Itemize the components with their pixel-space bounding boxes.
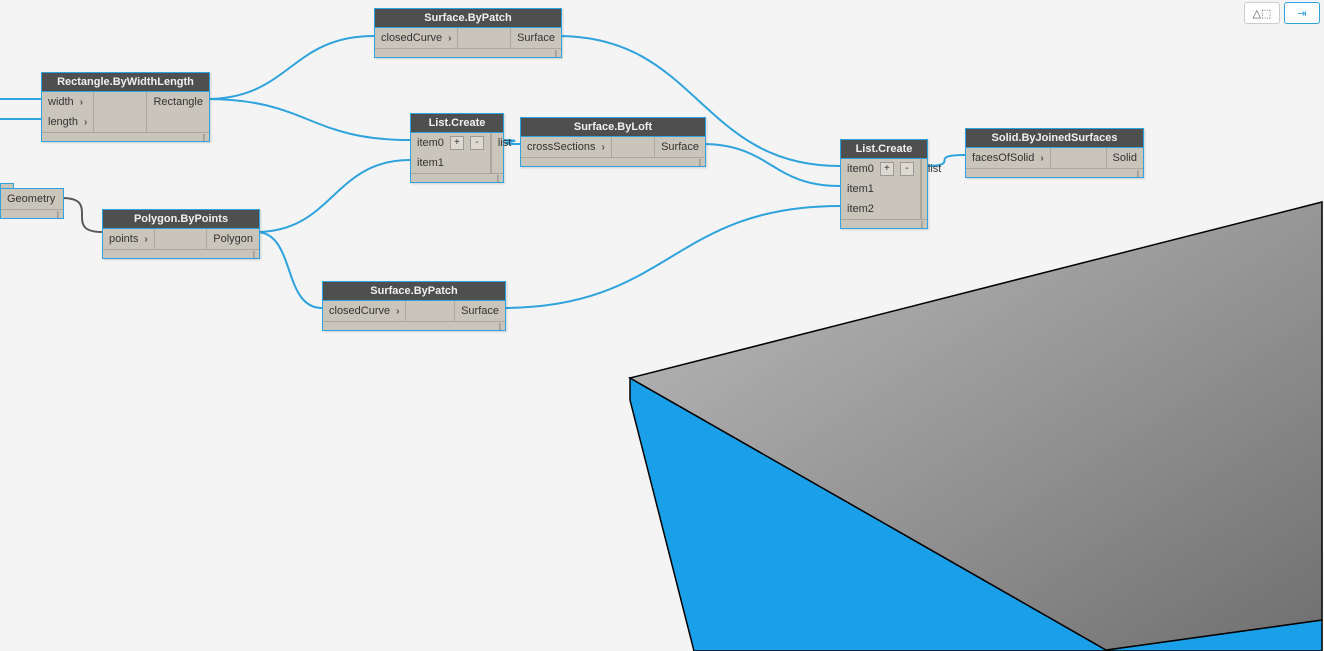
node-footer: | bbox=[411, 173, 503, 182]
chevron-right-icon: › bbox=[144, 234, 147, 245]
port-in-crosssections[interactable]: crossSections › bbox=[521, 137, 611, 157]
node-list-create-1[interactable]: List.Create item0 + - item1 list | bbox=[410, 113, 504, 183]
port-in-item2[interactable]: item2 bbox=[841, 199, 920, 219]
add-item-button[interactable]: + bbox=[450, 136, 464, 150]
navigation-toggle[interactable]: ⇥ bbox=[1284, 2, 1320, 24]
node-solid-by-joined-surfaces[interactable]: Solid.ByJoinedSurfaces facesOfSolid › So… bbox=[965, 128, 1144, 178]
port-label: Surface bbox=[661, 141, 699, 153]
port-label: width bbox=[48, 96, 74, 108]
port-label: closedCurve bbox=[381, 32, 442, 44]
port-out-rectangle[interactable]: Rectangle bbox=[147, 92, 209, 112]
node-rectangle-by-width-length[interactable]: Rectangle.ByWidthLength width › length ›… bbox=[41, 72, 210, 142]
port-out-surface[interactable]: Surface bbox=[455, 301, 505, 321]
port-out-solid[interactable]: Solid bbox=[1107, 148, 1143, 168]
port-label: list bbox=[498, 137, 511, 149]
node-title: Polygon.ByPoints bbox=[103, 210, 259, 229]
add-item-button[interactable]: + bbox=[880, 162, 894, 176]
node-fragment-geometry[interactable]: Geometry | bbox=[0, 188, 64, 219]
node-surface-by-patch-top[interactable]: Surface.ByPatch closedCurve › Surface | bbox=[374, 8, 562, 58]
port-label: item1 bbox=[847, 183, 874, 195]
port-out-label: Geometry bbox=[7, 193, 55, 205]
port-label: crossSections bbox=[527, 141, 595, 153]
port-label: list bbox=[928, 163, 941, 175]
port-label: item0 bbox=[417, 137, 444, 149]
node-footer: | bbox=[42, 132, 209, 141]
port-out-list[interactable]: list bbox=[492, 133, 517, 153]
view-toolbar: △⬚ ⇥ bbox=[1244, 2, 1320, 24]
port-label: points bbox=[109, 233, 138, 245]
remove-item-button[interactable]: - bbox=[900, 162, 914, 176]
node-footer: | bbox=[841, 219, 927, 228]
port-in-closedcurve[interactable]: closedCurve › bbox=[375, 28, 457, 48]
port-label: Solid bbox=[1113, 152, 1137, 164]
port-in-points[interactable]: points › bbox=[103, 229, 154, 249]
node-footer: | bbox=[966, 168, 1143, 177]
chevron-right-icon: › bbox=[80, 97, 83, 108]
port-label: Surface bbox=[461, 305, 499, 317]
node-footer: | bbox=[521, 157, 705, 166]
port-label: Surface bbox=[517, 32, 555, 44]
port-in-length[interactable]: length › bbox=[42, 112, 93, 132]
port-label: item1 bbox=[417, 157, 444, 169]
port-in-item1[interactable]: item1 bbox=[411, 153, 490, 173]
port-label: facesOfSolid bbox=[972, 152, 1034, 164]
node-footer: | bbox=[323, 321, 505, 330]
node-surface-by-loft[interactable]: Surface.ByLoft crossSections › Surface | bbox=[520, 117, 706, 167]
port-label: item2 bbox=[847, 203, 874, 215]
node-title: Surface.ByPatch bbox=[323, 282, 505, 301]
port-label: closedCurve bbox=[329, 305, 390, 317]
node-surface-by-patch-bottom[interactable]: Surface.ByPatch closedCurve › Surface | bbox=[322, 281, 506, 331]
port-in-item1[interactable]: item1 bbox=[841, 179, 920, 199]
chevron-right-icon: › bbox=[396, 306, 399, 317]
chevron-right-icon: › bbox=[448, 33, 451, 44]
port-in-item0[interactable]: item0 + - bbox=[411, 133, 490, 153]
port-label: Polygon bbox=[213, 233, 253, 245]
node-title: List.Create bbox=[411, 114, 503, 133]
remove-item-button[interactable]: - bbox=[470, 136, 484, 150]
chevron-right-icon: › bbox=[601, 142, 604, 153]
port-out-polygon[interactable]: Polygon bbox=[207, 229, 259, 249]
port-in-facesofsolid[interactable]: facesOfSolid › bbox=[966, 148, 1050, 168]
port-label: Rectangle bbox=[153, 96, 203, 108]
port-label: item0 bbox=[847, 163, 874, 175]
shapes-icon: △⬚ bbox=[1253, 7, 1272, 20]
node-title: Surface.ByPatch bbox=[375, 9, 561, 28]
node-polygon-by-points[interactable]: Polygon.ByPoints points › Polygon | bbox=[102, 209, 260, 259]
port-out-surface[interactable]: Surface bbox=[655, 137, 705, 157]
node-footer: | bbox=[1, 210, 63, 218]
node-title: Surface.ByLoft bbox=[521, 118, 705, 137]
node-list-create-2[interactable]: List.Create item0 + - item1 item2 list | bbox=[840, 139, 928, 229]
port-label: length bbox=[48, 116, 78, 128]
node-footer: | bbox=[103, 249, 259, 258]
port-out-list[interactable]: list bbox=[922, 159, 947, 179]
node-title: Rectangle.ByWidthLength bbox=[42, 73, 209, 92]
port-out-surface[interactable]: Surface bbox=[511, 28, 561, 48]
node-title: Solid.ByJoinedSurfaces bbox=[966, 129, 1143, 148]
port-in-item0[interactable]: item0 + - bbox=[841, 159, 920, 179]
node-title: List.Create bbox=[841, 140, 927, 159]
node-footer: | bbox=[375, 48, 561, 57]
chevron-right-icon: › bbox=[84, 117, 87, 128]
nav-icon: ⇥ bbox=[1297, 7, 1306, 20]
port-in-width[interactable]: width › bbox=[42, 92, 93, 112]
geometry-view-toggle[interactable]: △⬚ bbox=[1244, 2, 1280, 24]
port-in-closedcurve[interactable]: closedCurve › bbox=[323, 301, 405, 321]
chevron-right-icon: › bbox=[1040, 153, 1043, 164]
